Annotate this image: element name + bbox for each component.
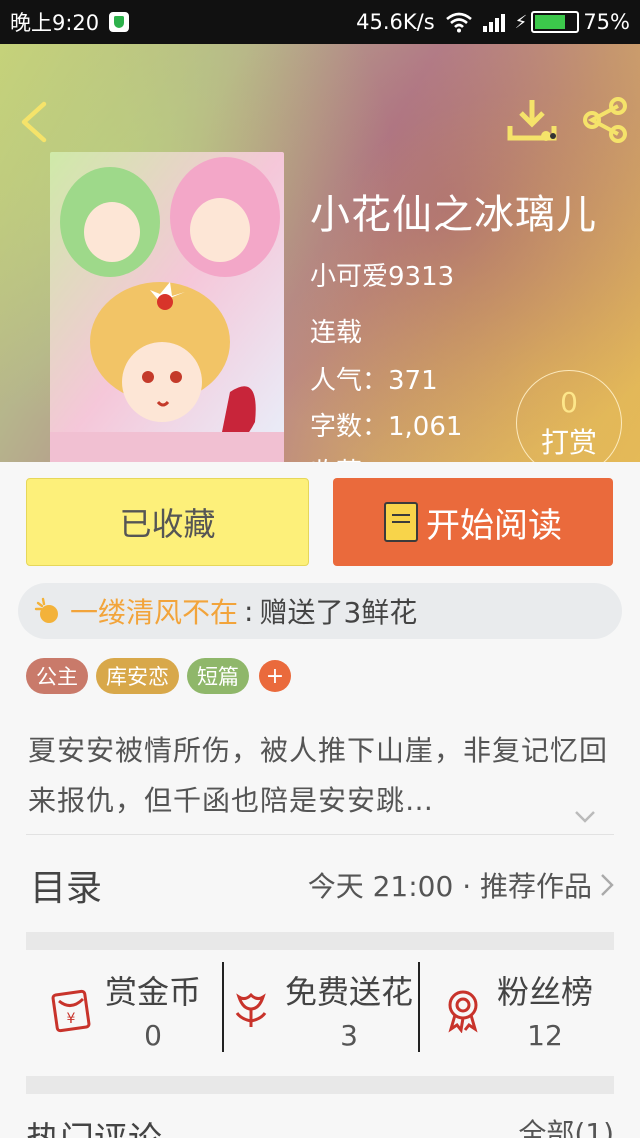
book-status: 连载	[310, 318, 363, 348]
section-separator	[26, 1076, 614, 1094]
book-title: 小花仙之冰璃儿	[310, 192, 597, 238]
toc-title: 目录	[30, 868, 103, 909]
wifi-icon	[445, 12, 472, 33]
stat-reward-coins[interactable]: ¥ 赏金币 0	[26, 958, 222, 1060]
tag-list: 公主 库安恋 短篇 +	[26, 658, 291, 694]
table-of-contents-row[interactable]: 目录 今天 21:00 · 推荐作品	[26, 838, 614, 932]
tag-chip[interactable]: 短篇	[187, 658, 249, 694]
stat-label: 赏金币	[104, 972, 201, 1011]
tip-label: 打赏	[540, 425, 597, 459]
shield-icon	[109, 12, 130, 32]
hot-comments-header: 热门评论 全部(1)	[26, 1112, 614, 1138]
stat-label: 免费送花	[284, 972, 413, 1011]
book-header: 小花仙之冰璃儿 小可爱9313 连载 人气：371 字数：1,061 收藏 0 …	[0, 44, 640, 462]
start-reading-label: 开始阅读	[426, 505, 562, 546]
gift-separator: :	[244, 594, 254, 628]
toc-update-info: 今天 21:00 · 推荐作品	[307, 870, 592, 903]
chevron-right-icon	[601, 874, 614, 896]
battery-indicator: ⚡ 75%	[515, 10, 630, 34]
tip-button[interactable]: 0 打赏	[516, 370, 622, 462]
book-word-count: 字数：1,061	[310, 412, 463, 442]
share-icon[interactable]	[580, 96, 630, 144]
battery-icon	[531, 11, 580, 33]
tag-chip[interactable]: 库安恋	[96, 658, 179, 694]
gift-text: 赠送了3鲜花	[259, 596, 418, 629]
book-icon	[384, 502, 418, 542]
download-icon[interactable]	[506, 98, 558, 144]
status-time: 晚上9:20	[10, 11, 100, 35]
back-icon[interactable]	[16, 100, 52, 144]
stat-free-flowers[interactable]: 免费送花 3	[222, 958, 418, 1060]
charging-icon: ⚡	[514, 11, 528, 33]
book-synopsis[interactable]: 夏安安被情所伤，被人推下山崖，非复记忆回来报仇，但千函也陪是安安跳…	[28, 726, 608, 826]
signal-icon	[482, 12, 505, 32]
tag-chip[interactable]: 公主	[26, 658, 88, 694]
divider	[26, 834, 614, 835]
stat-value: 0	[144, 1018, 162, 1052]
clap-icon	[34, 597, 58, 623]
book-info-partial: 收藏	[310, 452, 362, 462]
battery-percent: 75%	[583, 10, 630, 34]
book-popularity: 人气：371	[310, 366, 438, 396]
all-comments-link[interactable]: 全部(1)	[518, 1112, 614, 1138]
network-speed: 45.6K/s	[356, 10, 435, 34]
start-reading-button[interactable]: 开始阅读	[333, 478, 613, 566]
add-tag-button[interactable]: +	[259, 660, 291, 692]
status-bar: 晚上9:20 45.6K/s ⚡ 75%	[0, 0, 640, 44]
svg-text:¥: ¥	[67, 1011, 76, 1027]
stat-value: 12	[527, 1018, 563, 1052]
stat-label: 粉丝榜	[496, 972, 593, 1011]
gift-notice[interactable]: 一缕清风不在 : 赠送了3鲜花	[18, 583, 622, 639]
book-detail-panel: 已收藏 开始阅读 一缕清风不在 : 赠送了3鲜花 公主 库安恋 短篇 + 夏安安被情所…	[0, 462, 640, 1138]
stats-row: ¥ 赏金币 0 免费送花 3 粉丝榜 12	[26, 958, 614, 1060]
chevron-down-icon[interactable]	[574, 810, 596, 824]
stat-fan-ranking[interactable]: 粉丝榜 12	[418, 958, 614, 1060]
stat-value: 3	[340, 1018, 358, 1052]
book-author[interactable]: 小可爱9313	[310, 256, 454, 293]
tip-count: 0	[560, 385, 578, 419]
medal-icon	[448, 990, 478, 1033]
favorited-label: 已收藏	[119, 505, 216, 543]
book-cover[interactable]	[50, 152, 284, 462]
hot-comments-title: 热门评论	[26, 1112, 162, 1138]
section-separator	[26, 932, 614, 950]
gift-sender[interactable]: 一缕清风不在	[70, 591, 238, 631]
favorited-button[interactable]: 已收藏	[26, 478, 309, 566]
flower-icon	[235, 992, 267, 1027]
red-envelope-icon: ¥	[51, 989, 91, 1033]
